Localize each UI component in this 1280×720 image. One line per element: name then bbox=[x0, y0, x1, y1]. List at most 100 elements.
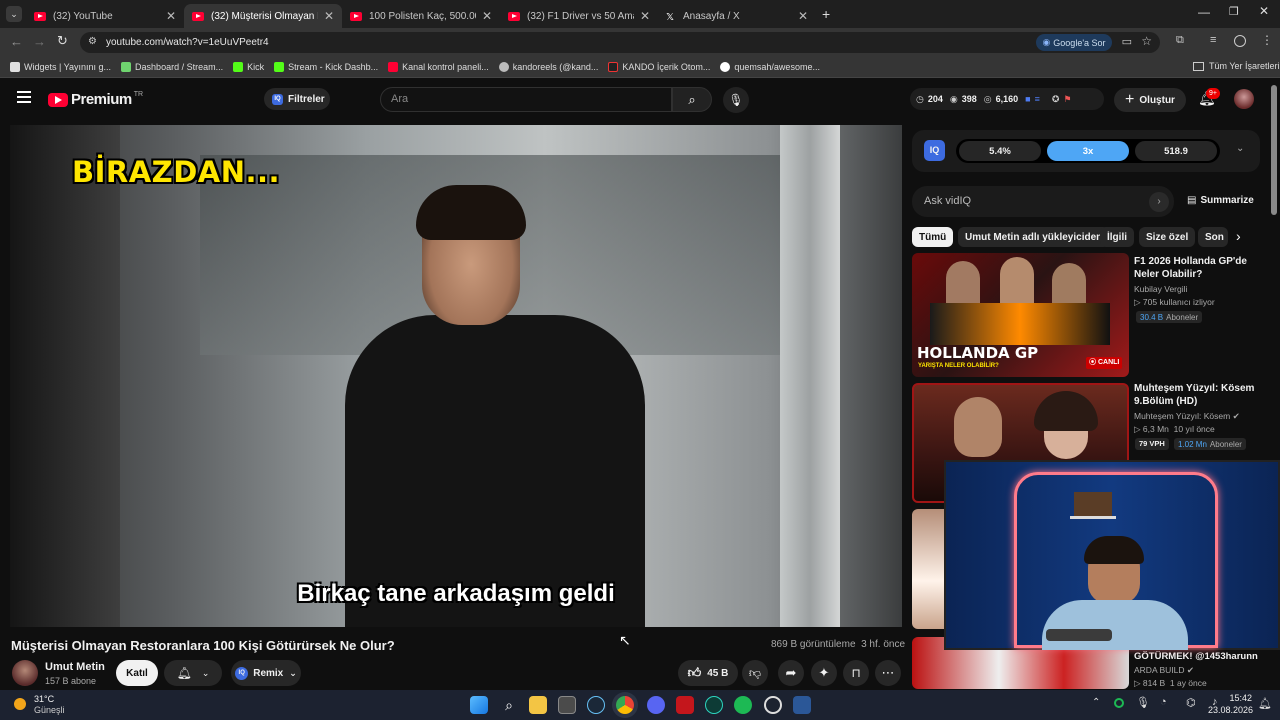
close-window-icon[interactable]: ✕ bbox=[1259, 4, 1269, 18]
bookmark-star-icon[interactable]: ☆ bbox=[1141, 34, 1152, 48]
recommendation-thumbnail[interactable]: HOLLANDA GP YARIŞTA NELER OLABİLİR? ⦿ CA… bbox=[912, 253, 1129, 377]
channel-name[interactable]: Umut Metin bbox=[45, 661, 105, 673]
steam-icon[interactable] bbox=[587, 696, 605, 714]
hamburger-menu-icon[interactable] bbox=[17, 91, 31, 103]
google-sor-button[interactable]: ◉ Google'a Sor bbox=[1036, 34, 1112, 51]
site-info-icon[interactable]: ⚙ bbox=[88, 36, 97, 47]
microphone-icon[interactable]: 🎙 bbox=[1136, 696, 1150, 709]
tray-app-icon[interactable]: ◔ bbox=[1160, 696, 1167, 708]
youtube-premium-logo[interactable]: Premium TR bbox=[48, 91, 143, 108]
close-tab-icon[interactable]: ✕ bbox=[324, 9, 334, 23]
bookmark-kando[interactable]: KANDO İçerik Otom... bbox=[608, 61, 710, 72]
recommendation-channel[interactable]: Kubilay Vergili bbox=[1134, 284, 1187, 294]
weather-condition[interactable]: Güneşli bbox=[34, 705, 65, 715]
music-app-icon[interactable] bbox=[676, 696, 694, 714]
clock-time[interactable]: 15:42 bbox=[1226, 693, 1252, 703]
expand-chevron-icon[interactable]: ⌄ bbox=[1236, 143, 1244, 154]
weather-temperature[interactable]: 31°C bbox=[34, 694, 54, 704]
vidiq-outlier[interactable]: 3x bbox=[1047, 141, 1129, 161]
summarize-button[interactable]: ▤ Summarize bbox=[1187, 195, 1254, 206]
restore-icon[interactable]: ❐ bbox=[1229, 5, 1239, 18]
tab-youtube-home[interactable]: (32) YouTube ✕ bbox=[26, 4, 184, 28]
tab-police-video[interactable]: 100 Polisten Kaç, 500.000 Dolar ✕ bbox=[342, 4, 500, 28]
spotify-icon[interactable] bbox=[734, 696, 752, 714]
chip-from-uploader[interactable]: Umut Metin adlı yükleyiciden bbox=[958, 227, 1110, 247]
bookmark-github[interactable]: quemsah/awesome... bbox=[720, 61, 820, 72]
recommendation-channel-row[interactable]: ARDA BUILD ✔ bbox=[1134, 665, 1194, 676]
dislike-button[interactable]: 👎︎ bbox=[742, 660, 768, 686]
bookmark-dashboard[interactable]: Dashboard / Stream... bbox=[121, 61, 223, 72]
all-bookmarks-button[interactable]: Tüm Yer İşaretleri bbox=[1193, 61, 1280, 71]
page-scrollbar[interactable] bbox=[1271, 85, 1277, 215]
search-input[interactable]: Ara bbox=[380, 87, 672, 112]
tab-current-video[interactable]: (32) Müşterisi Olmayan Restoran ✕ bbox=[184, 4, 342, 28]
chip-all[interactable]: Tümü bbox=[912, 227, 954, 247]
vidiq-engagement[interactable]: 5.4% bbox=[959, 141, 1041, 161]
chip-related[interactable]: İlgili bbox=[1100, 227, 1134, 247]
chips-next-arrow-icon[interactable]: › bbox=[1236, 228, 1241, 244]
share-button[interactable]: ➦ bbox=[778, 660, 804, 686]
new-tab-icon[interactable]: + bbox=[822, 6, 830, 22]
windows-start-icon[interactable] bbox=[470, 696, 488, 714]
account-avatar[interactable] bbox=[1234, 89, 1254, 109]
chip-recent[interactable]: Son bbox=[1198, 227, 1228, 247]
extensions-icon[interactable]: ⧉ bbox=[1176, 34, 1184, 47]
tray-app-icon[interactable] bbox=[1114, 698, 1124, 708]
tray-chevron-icon[interactable]: ⌃ bbox=[1092, 697, 1100, 708]
back-icon[interactable]: ← bbox=[10, 34, 23, 49]
bookmark-kandoreels[interactable]: kandoreels (@kand... bbox=[498, 61, 598, 72]
reading-list-icon[interactable]: ≡ bbox=[1210, 34, 1216, 46]
channel-avatar[interactable] bbox=[12, 660, 38, 686]
recommendation-title[interactable]: GÖTÜRMEK! @1453harunn bbox=[1134, 650, 1274, 663]
like-button[interactable]: 👍︎ 45 B bbox=[678, 660, 738, 686]
app-icon[interactable] bbox=[705, 696, 723, 714]
address-bar[interactable]: ⚙ youtube.com/watch?v=1eUuVPeetr4 ◉ Goog… bbox=[80, 32, 1160, 53]
more-actions-button[interactable]: ⋯ bbox=[875, 660, 901, 686]
recommendation-title[interactable]: F1 2026 Hollanda GP'de Neler Olabilir? bbox=[1134, 255, 1264, 281]
subscribe-notification-button[interactable]: 🔔︎ ⌄ bbox=[164, 660, 222, 686]
bookmark-kick-dashboard[interactable]: Stream - Kick Dashb... bbox=[274, 61, 378, 72]
menu-kebab-icon[interactable]: ⋮ bbox=[1261, 33, 1273, 47]
close-tab-icon[interactable]: ✕ bbox=[482, 9, 492, 23]
notification-center-icon[interactable]: 🔔︎ bbox=[1258, 697, 1272, 710]
obs-icon[interactable] bbox=[764, 696, 782, 714]
remix-button[interactable]: IQ Remix ⌄ bbox=[231, 660, 301, 686]
profile-icon[interactable] bbox=[1234, 35, 1246, 47]
filters-button[interactable]: IQ Filtreler bbox=[264, 88, 330, 110]
search-icon[interactable]: ⌕ bbox=[500, 696, 518, 714]
close-tab-icon[interactable]: ✕ bbox=[640, 9, 650, 23]
search-button[interactable]: ⌕ bbox=[672, 87, 712, 112]
discord-icon[interactable] bbox=[647, 696, 665, 714]
tab-x-home[interactable]: 𝕏 Anasayfa / X ✕ bbox=[658, 4, 816, 28]
close-tab-icon[interactable]: ✕ bbox=[166, 9, 176, 23]
forward-icon[interactable]: → bbox=[33, 34, 46, 49]
recommendation-title[interactable]: Muhteşem Yüzyıl: Kösem 9.Bölüm (HD) bbox=[1134, 382, 1264, 408]
file-explorer-icon[interactable] bbox=[529, 696, 547, 714]
bookmark-widgets[interactable]: Widgets | Yayınını g... bbox=[10, 61, 111, 72]
create-button[interactable]: + Oluştur bbox=[1114, 88, 1186, 112]
recommendation-thumbnail[interactable] bbox=[912, 509, 944, 629]
tab-f1-video[interactable]: (32) F1 Driver vs 50 Amateurs - ✕ bbox=[500, 4, 658, 28]
store-icon[interactable] bbox=[558, 696, 576, 714]
join-button[interactable]: Katıl bbox=[116, 660, 158, 686]
vidiq-stats-bar[interactable]: ◷ 204 ◉ 398 ◎ 6,160 ■ ≡ ✪ ⚑ bbox=[910, 88, 1104, 110]
vidiq-vph[interactable]: 518.9 bbox=[1135, 141, 1217, 161]
close-tab-icon[interactable]: ✕ bbox=[798, 9, 808, 23]
minimize-icon[interactable]: — bbox=[1198, 5, 1210, 19]
app-icon[interactable] bbox=[793, 696, 811, 714]
clock-date[interactable]: 23.08.2026 bbox=[1208, 705, 1253, 715]
chip-for-you[interactable]: Size özel bbox=[1139, 227, 1196, 247]
chrome-icon[interactable] bbox=[616, 696, 634, 714]
voice-search-button[interactable]: 🎙 bbox=[723, 87, 749, 113]
bookmark-kick[interactable]: Kick bbox=[233, 61, 264, 72]
ask-vidiq-input[interactable]: Ask vidIQ bbox=[912, 186, 1174, 217]
bookmark-channel-panel[interactable]: Kanal kontrol paneli... bbox=[388, 61, 489, 72]
save-button[interactable]: ⊓ bbox=[843, 660, 869, 686]
reload-icon[interactable]: ↻ bbox=[57, 33, 68, 49]
video-player[interactable]: BİRAZDAN... Birkaç tane arkadaşım geldi bbox=[10, 125, 902, 627]
ask-submit-icon[interactable]: › bbox=[1149, 192, 1169, 212]
tab-search-chevron-icon[interactable]: ⌄ bbox=[6, 6, 22, 22]
ask-ai-button[interactable]: ✦ bbox=[811, 660, 837, 686]
cast-icon[interactable]: ▭ bbox=[1122, 35, 1132, 48]
network-icon[interactable]: ⌬ bbox=[1186, 696, 1196, 709]
